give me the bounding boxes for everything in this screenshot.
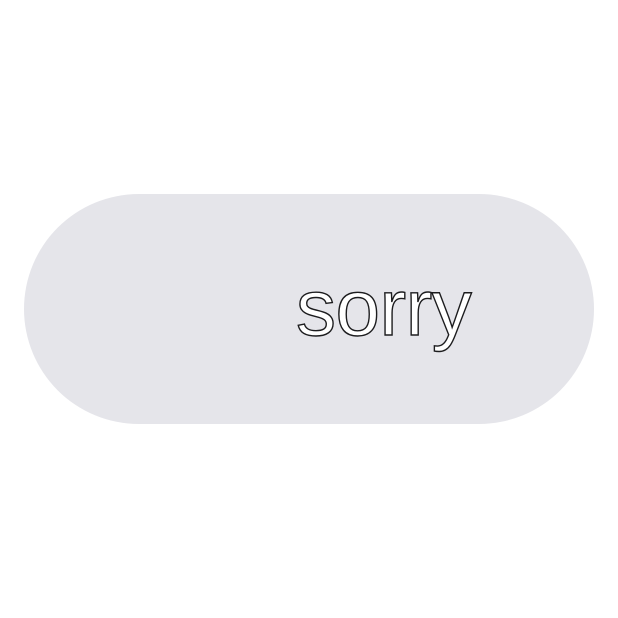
screen: sorry — [0, 0, 618, 618]
suggestion-chip-label: sorry — [295, 263, 472, 352]
